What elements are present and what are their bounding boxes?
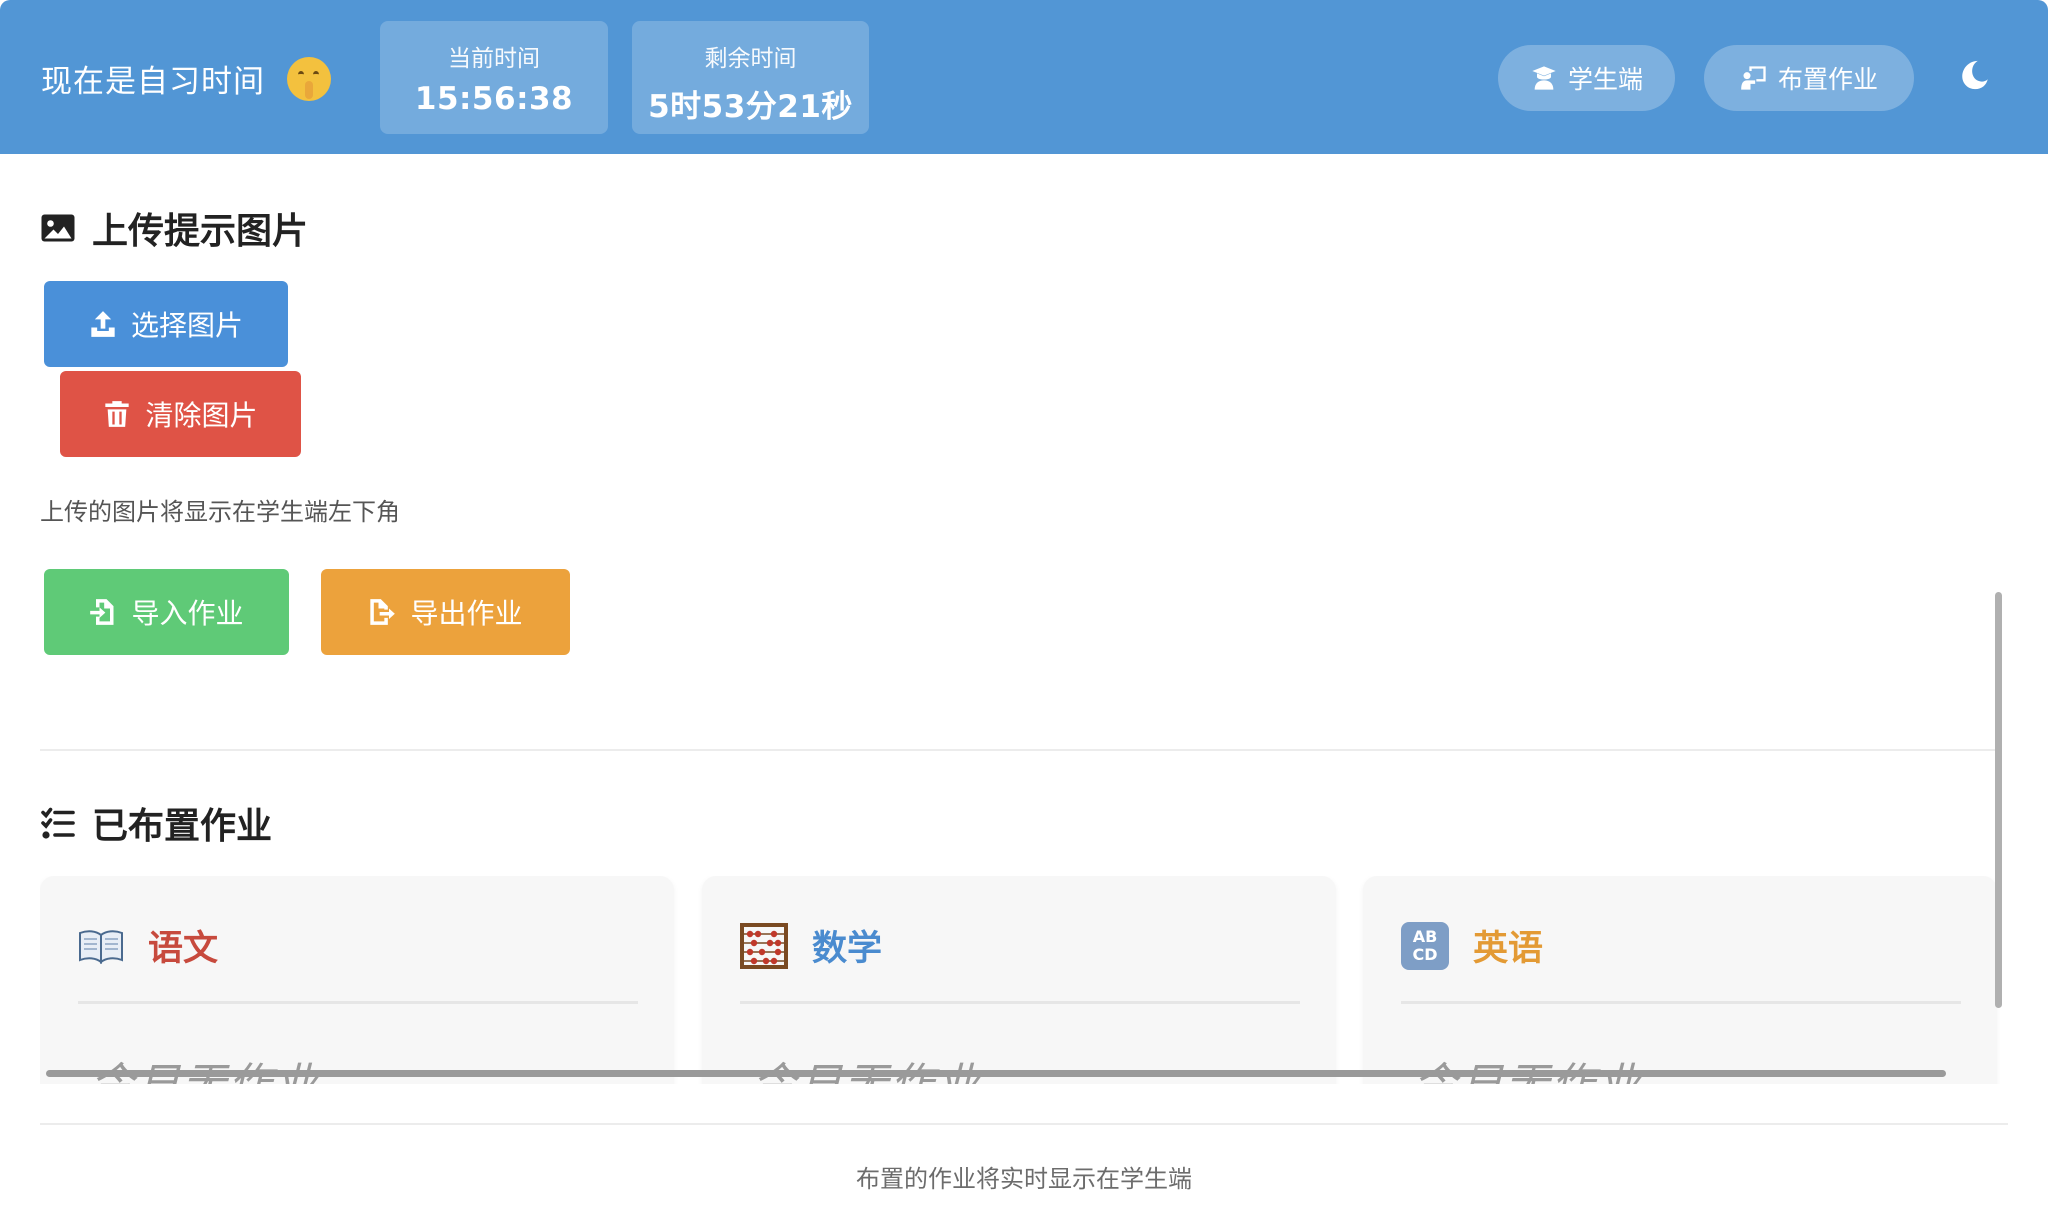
homework-card-math: 数学 今日无作业	[702, 876, 1336, 1084]
horizontal-scrollbar[interactable]	[46, 1070, 1946, 1077]
export-homework-label: 导出作业	[410, 597, 523, 630]
current-time-value: 15:56:38	[414, 81, 574, 117]
trash-icon	[105, 401, 130, 427]
card-divider	[1401, 1001, 1961, 1004]
homework-content: 今日无作业	[752, 1048, 982, 1084]
graduate-icon	[1532, 66, 1556, 90]
open-book-icon	[79, 929, 123, 964]
choose-image-button[interactable]: 选择图片	[44, 281, 288, 367]
top-header: 现在是自习时间 当前时间 15:56:38 剩余时间 5时53分21秒 学生端 …	[0, 0, 2048, 154]
vertical-scrollbar[interactable]	[1995, 592, 2002, 1008]
card-header: 语文	[78, 920, 218, 971]
export-homework-button[interactable]: 导出作业	[321, 569, 570, 655]
current-time-label: 当前时间	[448, 46, 540, 72]
assign-homework-label: 布置作业	[1777, 65, 1878, 94]
clear-image-label: 清除图片	[145, 399, 258, 432]
upload-section-title: 上传提示图片	[40, 202, 308, 254]
file-import-icon	[90, 599, 114, 625]
app-title-text: 现在是自习时间	[41, 64, 265, 100]
footer-note: 布置的作业将实时显示在学生端	[856, 1165, 1192, 1193]
student-view-button[interactable]: 学生端	[1498, 45, 1675, 111]
file-export-icon	[370, 599, 396, 625]
footer-divider	[40, 1123, 2008, 1125]
assigned-section-title-text: 已布置作业	[92, 806, 273, 847]
import-homework-label: 导入作业	[131, 597, 244, 630]
subject-name: 语文	[148, 929, 219, 969]
import-homework-button[interactable]: 导入作业	[44, 569, 289, 655]
choose-image-label: 选择图片	[130, 309, 243, 342]
moon-icon[interactable]	[1958, 58, 1992, 92]
task-list-icon	[41, 807, 75, 839]
section-divider	[40, 749, 2000, 751]
abacus-icon	[740, 922, 788, 969]
homework-content: 今日无作业	[1413, 1048, 1643, 1084]
assigned-section-title: 已布置作业	[40, 797, 272, 849]
abcd-icon: AB CD	[1401, 921, 1449, 970]
homework-card-english: ABCD 英语 今日无作业	[1363, 876, 1997, 1084]
remaining-time-box: 剩余时间 5时53分21秒	[632, 21, 869, 134]
teacher-board-icon	[1741, 66, 1766, 90]
app-title: 现在是自习时间	[41, 56, 331, 101]
homework-content: 今日无作业	[90, 1048, 320, 1084]
assign-homework-button[interactable]: 布置作业	[1704, 45, 1914, 111]
homework-card-chinese: 语文 今日无作业	[40, 876, 674, 1084]
homework-cards-scroller[interactable]: 语文 今日无作业 数学 今日无作业 ABCD 英语	[40, 876, 2000, 1084]
card-divider	[740, 1001, 1300, 1004]
current-time-box: 当前时间 15:56:38	[380, 21, 608, 134]
image-icon	[41, 214, 75, 242]
remaining-time-value: 5时53分21秒	[648, 89, 853, 125]
subject-name: 数学	[812, 929, 883, 969]
subject-name: 英语	[1473, 929, 1544, 969]
upload-hint: 上传的图片将显示在学生端左下角	[40, 498, 400, 526]
upload-section-title-text: 上传提示图片	[92, 211, 309, 252]
clear-image-button[interactable]: 清除图片	[60, 371, 301, 457]
card-divider	[78, 1001, 638, 1004]
student-view-label: 学生端	[1567, 65, 1643, 94]
shushing-face-icon	[287, 56, 331, 101]
remaining-time-label: 剩余时间	[704, 46, 797, 72]
card-header: 数学	[740, 920, 882, 971]
card-header: AB CD 英语	[1401, 920, 1543, 971]
upload-icon	[91, 311, 115, 337]
